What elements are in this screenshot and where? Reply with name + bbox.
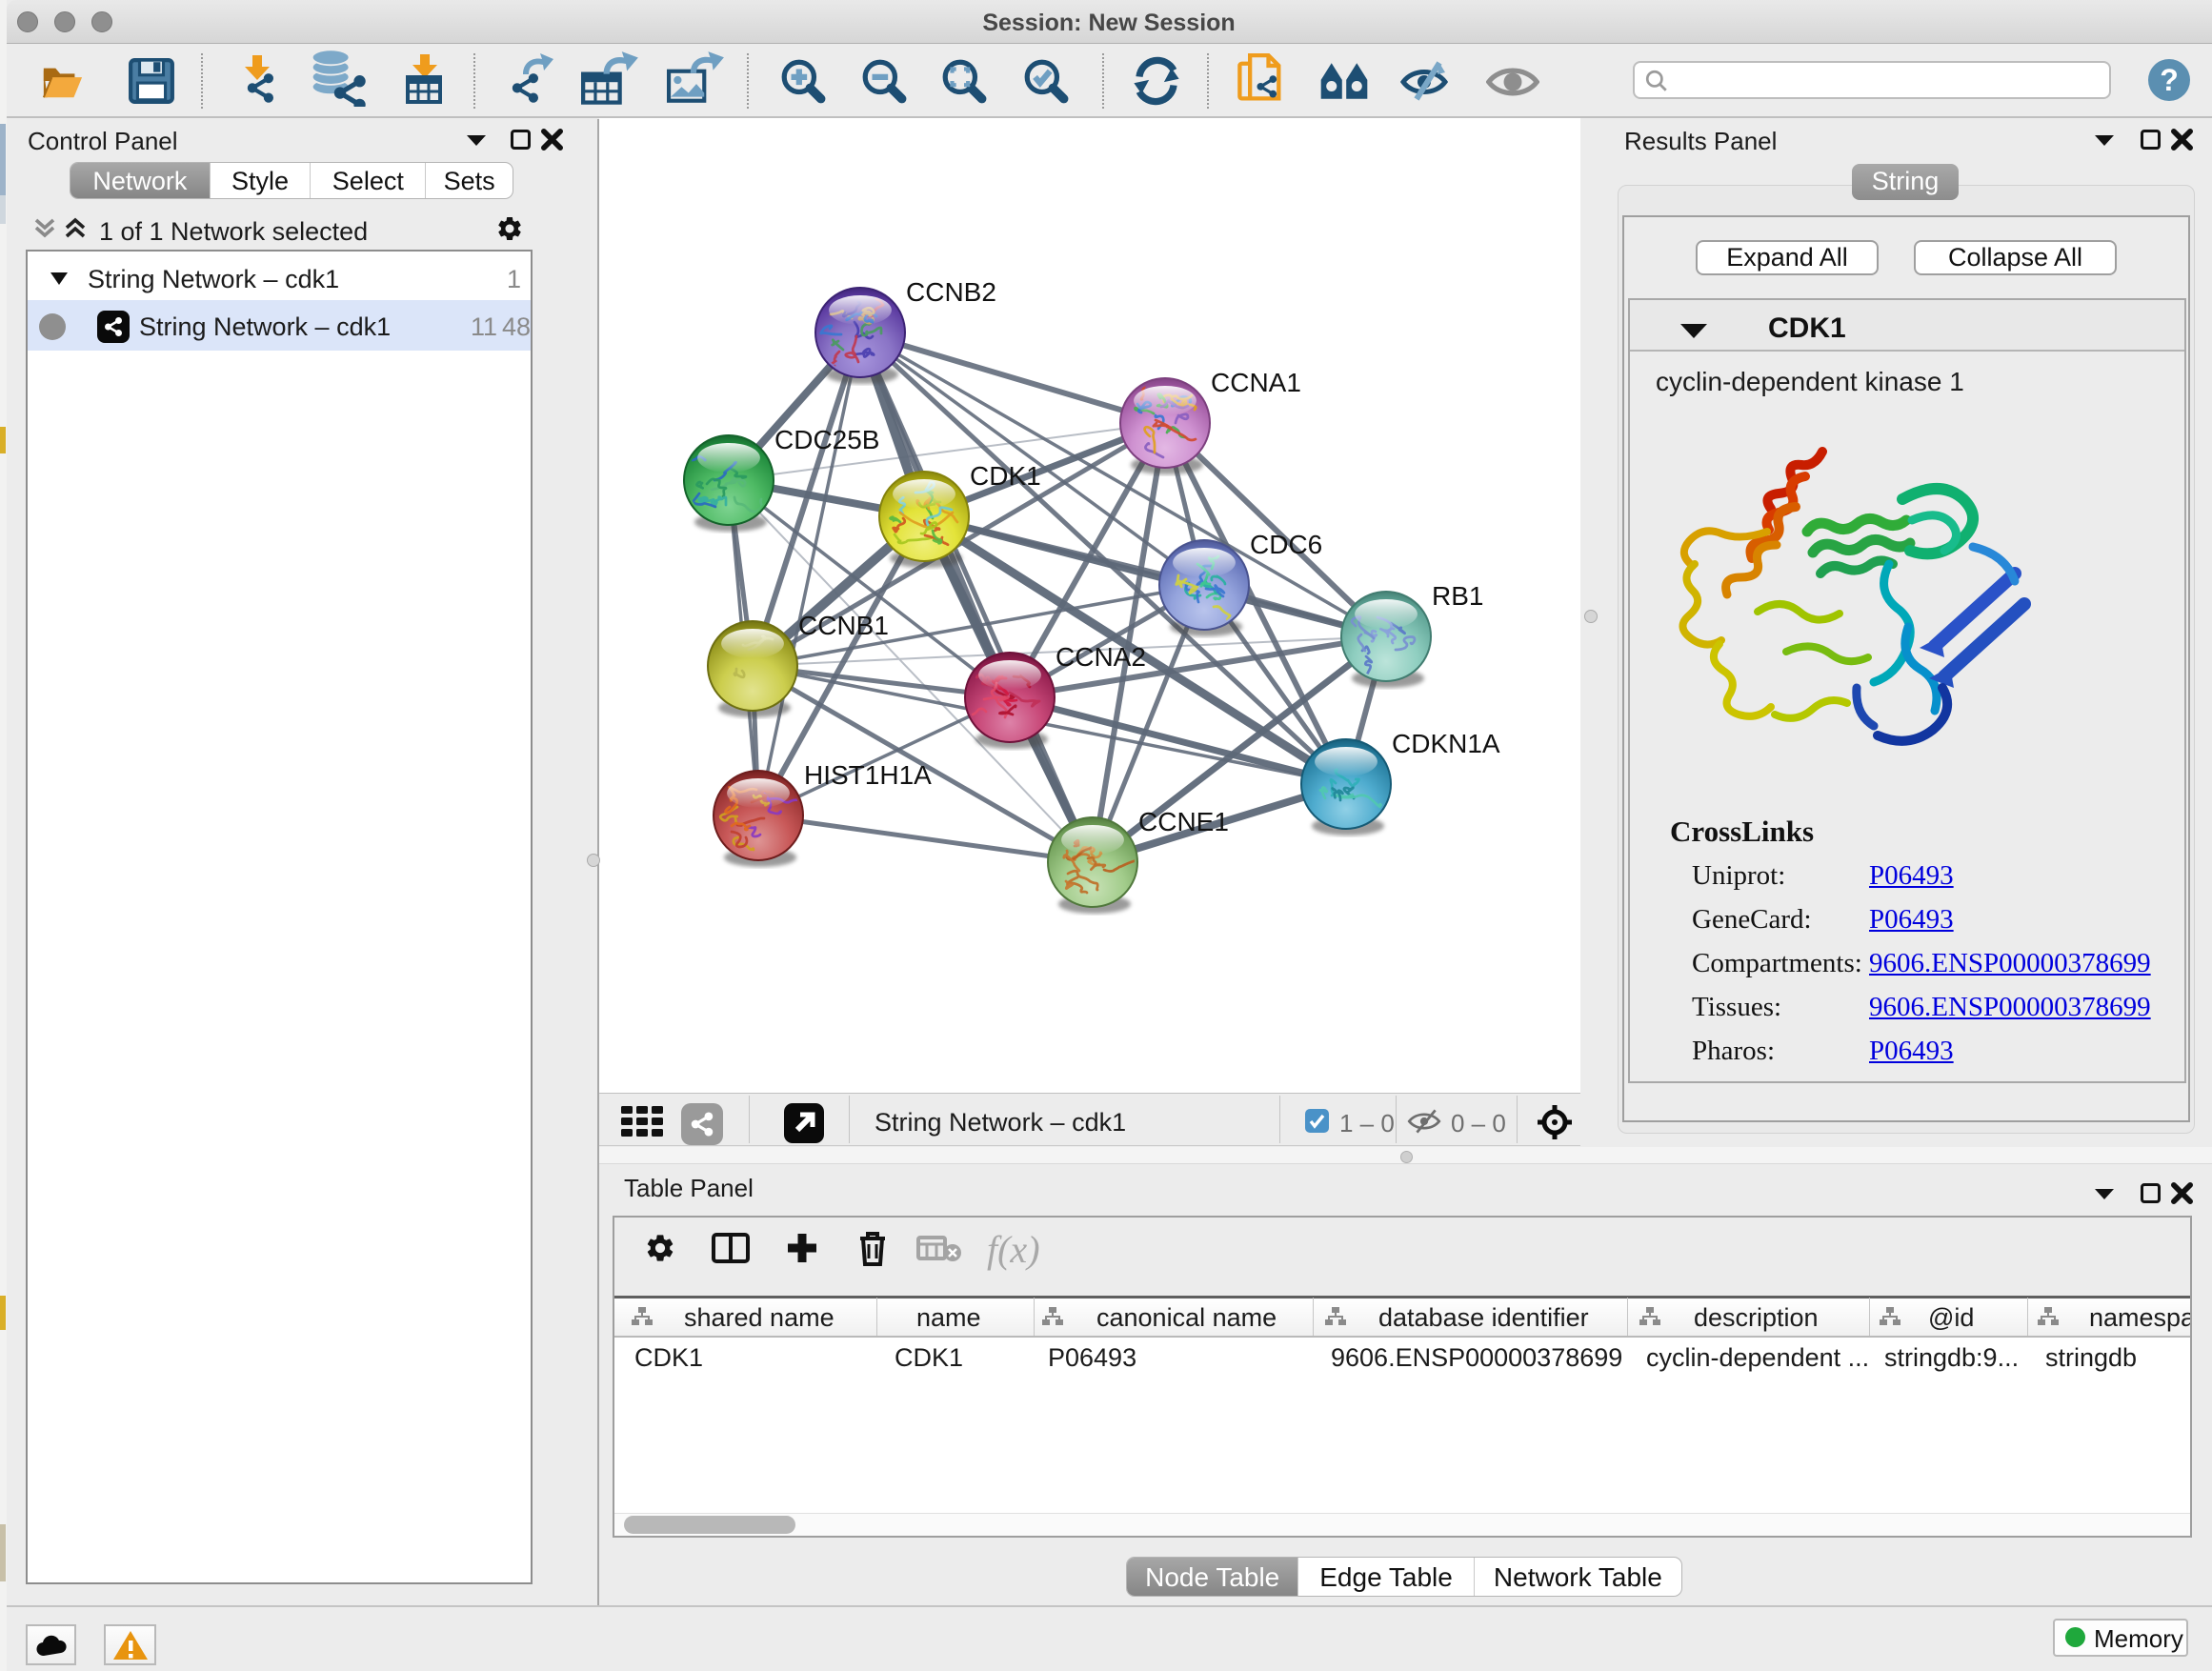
- svg-text:CCNB2: CCNB2: [906, 277, 996, 307]
- svg-text:CDKN1A: CDKN1A: [1392, 729, 1500, 758]
- svg-text:HIST1H1A: HIST1H1A: [804, 760, 932, 790]
- svg-text:CCNA1: CCNA1: [1211, 368, 1301, 397]
- svg-text:CDK1: CDK1: [970, 461, 1041, 491]
- svg-text:CDC25B: CDC25B: [774, 425, 879, 454]
- svg-text:CCNA2: CCNA2: [1056, 642, 1146, 672]
- svg-text:CDC6: CDC6: [1250, 530, 1322, 559]
- svg-text:CCNE1: CCNE1: [1138, 807, 1229, 836]
- svg-text:CCNB1: CCNB1: [798, 611, 889, 640]
- svg-text:RB1: RB1: [1432, 581, 1483, 611]
